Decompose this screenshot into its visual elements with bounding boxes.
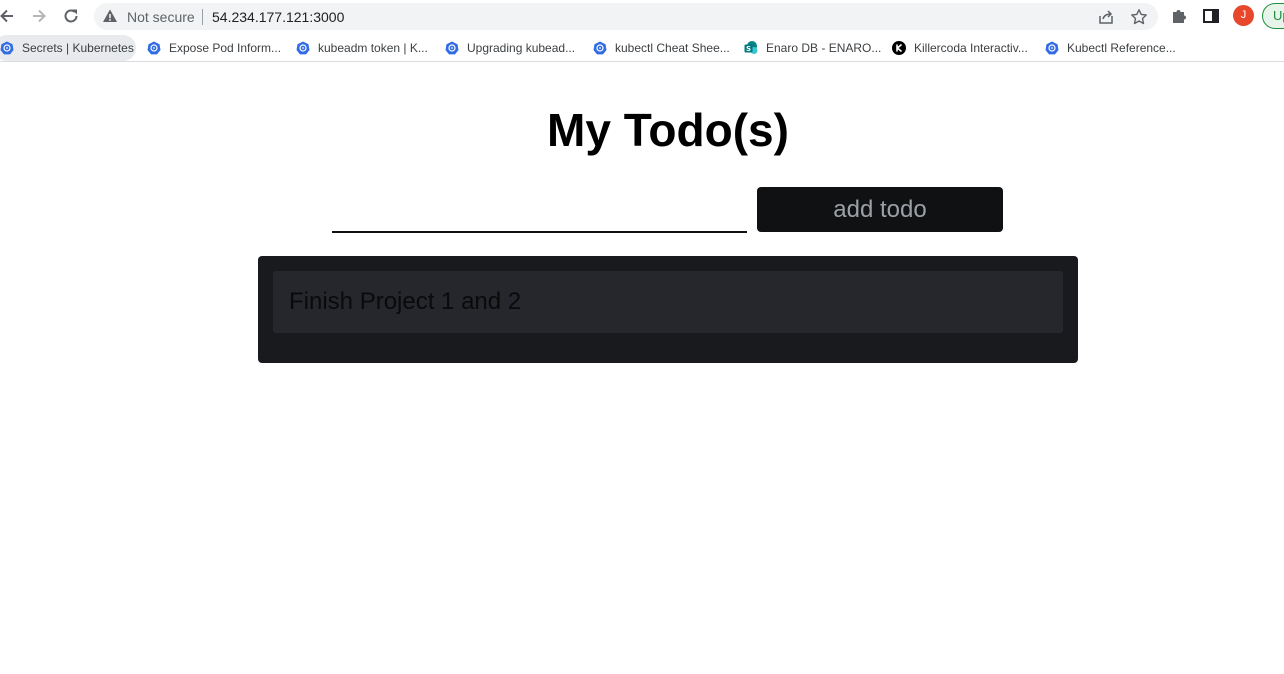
bookmark-label: Kubectl Reference...: [1067, 41, 1176, 55]
reload-button[interactable]: [59, 4, 83, 28]
browser-toolbar: Not secure 54.234.177.121:3000 J Up: [0, 0, 1284, 32]
update-button[interactable]: Up: [1262, 3, 1284, 29]
bookmark-label: kubeadm token | K...: [318, 41, 428, 55]
todo-input[interactable]: [332, 190, 747, 233]
kubernetes-icon: [147, 41, 161, 55]
add-todo-button[interactable]: add todo: [757, 187, 1003, 232]
kubernetes-icon: [445, 41, 459, 55]
kubernetes-icon: [296, 41, 310, 55]
bookmark-killercoda[interactable]: Killercoda Interactiv...: [892, 35, 1028, 61]
puzzle-piece-icon: [1173, 10, 1186, 23]
star-icon: [1131, 9, 1147, 25]
bookmark-label: Killercoda Interactiv...: [914, 41, 1028, 55]
bookmark-expose-pod[interactable]: Expose Pod Inform...: [147, 35, 281, 61]
side-panel-icon: [1203, 9, 1219, 23]
share-icon: [1099, 10, 1113, 24]
bookmark-label: Upgrading kubead...: [467, 41, 576, 55]
bookmark-kubectl-cheat-sheet[interactable]: kubectl Cheat Shee...: [593, 35, 730, 61]
page-title: My Todo(s): [547, 104, 789, 156]
extensions-button[interactable]: [1168, 5, 1190, 27]
forward-button[interactable]: [27, 4, 51, 28]
security-status-label[interactable]: Not secure: [127, 9, 195, 25]
bookmark-secrets-kubernetes[interactable]: Secrets | Kubernetes: [0, 35, 136, 61]
bookmarks-bar: Secrets | Kubernetes Expose Pod Inform..…: [0, 34, 1284, 62]
bookmark-enaro-db[interactable]: S Enaro DB - ENARO...: [744, 35, 881, 61]
todo-item[interactable]: Finish Project 1 and 2: [273, 271, 1063, 333]
kubernetes-icon: [0, 41, 14, 55]
back-arrow-icon: [0, 9, 13, 23]
kubernetes-icon: [1045, 41, 1059, 55]
todo-list: Finish Project 1 and 2: [258, 256, 1078, 363]
svg-text:S: S: [746, 45, 751, 53]
url-text[interactable]: 54.234.177.121:3000: [212, 9, 344, 25]
bookmark-upgrading-kubeadm[interactable]: Upgrading kubead...: [445, 35, 575, 61]
share-button[interactable]: [1096, 7, 1116, 27]
bookmark-star-button[interactable]: [1129, 7, 1149, 27]
bookmark-label: Secrets | Kubernetes: [22, 41, 134, 55]
side-panel-button[interactable]: [1200, 5, 1222, 27]
killercoda-icon: [892, 41, 906, 55]
bookmark-kubeadm-token[interactable]: kubeadm token | K...: [296, 35, 428, 61]
forward-arrow-icon: [33, 9, 46, 23]
sharepoint-icon: S: [744, 41, 758, 54]
address-bar[interactable]: Not secure 54.234.177.121:3000: [94, 3, 1158, 30]
profile-avatar[interactable]: J: [1233, 5, 1254, 26]
kubernetes-icon: [593, 41, 607, 55]
bookmark-label: Expose Pod Inform...: [169, 41, 282, 55]
bookmark-label: Enaro DB - ENARO...: [766, 41, 882, 55]
bookmark-label: kubectl Cheat Shee...: [615, 41, 730, 55]
bookmark-kubectl-reference[interactable]: Kubectl Reference...: [1045, 35, 1176, 61]
reload-icon: [64, 9, 78, 23]
back-button[interactable]: [0, 4, 19, 28]
warning-triangle-icon[interactable]: [102, 8, 118, 24]
omnibox-divider: [202, 9, 203, 25]
